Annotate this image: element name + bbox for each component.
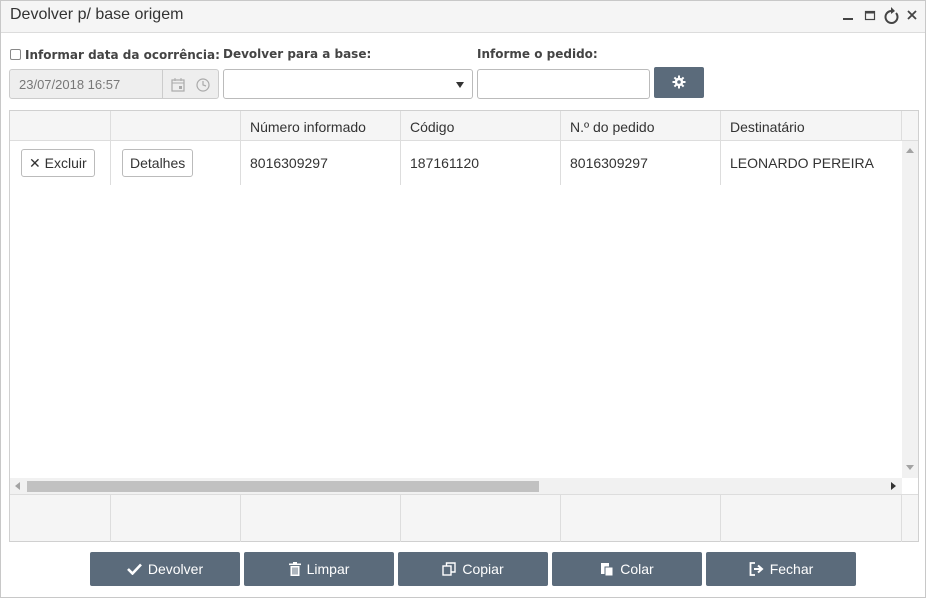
column-header-numero-informado[interactable]: Número informado: [241, 111, 401, 141]
date-separator: [162, 70, 163, 98]
close-button-label: Fechar: [769, 561, 814, 577]
dialog-title: Devolver p/ base origem: [10, 6, 184, 23]
clear-button[interactable]: Limpar: [244, 552, 394, 586]
title-bar: Devolver p/ base origem: [1, 1, 925, 33]
grid-header: Número informado Código N.º do pedido De…: [10, 111, 918, 141]
copy-icon: [442, 562, 457, 576]
order-label: Informe o pedido:: [477, 47, 598, 61]
return-button[interactable]: Devolver: [90, 552, 240, 586]
delete-button[interactable]: ✕ Excluir: [21, 149, 95, 177]
return-to-origin-dialog: Devolver p/ base origem Informar data da…: [0, 0, 926, 598]
footer-cell: [561, 495, 721, 542]
minimize-icon[interactable]: [841, 6, 859, 26]
column-header-details: [111, 111, 241, 141]
grid-footer: [10, 494, 918, 542]
orders-grid: Número informado Código N.º do pedido De…: [9, 110, 919, 542]
order-input[interactable]: [477, 69, 650, 99]
column-header-codigo[interactable]: Código: [401, 111, 561, 141]
delete-button-label: Excluir: [44, 155, 87, 171]
paste-icon: [601, 563, 614, 576]
copy-button[interactable]: Copiar: [398, 552, 548, 586]
footer-cell: [401, 495, 561, 542]
horizontal-scroll-thumb[interactable]: [27, 481, 539, 492]
trash-icon: [288, 562, 301, 576]
scroll-down-icon[interactable]: [906, 465, 914, 470]
column-header-delete: [10, 111, 111, 141]
calendar-icon[interactable]: [170, 77, 186, 93]
footer-cell: [10, 495, 111, 542]
horizontal-scrollbar[interactable]: [10, 478, 902, 494]
gear-icon: [672, 75, 686, 89]
base-select[interactable]: [223, 69, 473, 99]
footer-cell: [241, 495, 401, 542]
paste-button[interactable]: Colar: [552, 552, 702, 586]
date-value: 23/07/2018 16:57: [19, 77, 121, 92]
footer-cell: [721, 495, 902, 542]
vertical-scrollbar[interactable]: [902, 141, 918, 478]
scroll-up-icon[interactable]: [906, 148, 914, 153]
paste-button-label: Colar: [620, 561, 654, 577]
cell-numero-informado: 8016309297: [241, 141, 401, 185]
column-header-destinatario[interactable]: Destinatário: [721, 111, 902, 141]
date-field[interactable]: 23/07/2018 16:57: [9, 69, 219, 99]
delete-cell: ✕ Excluir: [10, 141, 111, 185]
dropdown-caret-icon: [456, 82, 464, 88]
check-icon: [126, 563, 142, 575]
scroll-right-icon[interactable]: [891, 482, 896, 490]
details-button[interactable]: Detalhes: [122, 149, 194, 177]
close-icon: ✕: [29, 155, 41, 171]
cell-codigo: 187161120: [401, 141, 561, 185]
clear-button-label: Limpar: [306, 561, 350, 577]
clock-icon[interactable]: [195, 77, 211, 93]
table-row: ✕ Excluir Detalhes 8016309297 187161120 …: [10, 141, 902, 185]
settings-button[interactable]: [654, 67, 704, 98]
cell-numero-pedido: 8016309297: [561, 141, 721, 185]
scroll-left-icon[interactable]: [15, 482, 20, 490]
copy-button-label: Copiar: [462, 561, 504, 577]
maximize-icon[interactable]: [863, 6, 881, 26]
footer-cell: [111, 495, 241, 542]
return-button-label: Devolver: [147, 561, 204, 577]
sign-out-icon: [749, 562, 764, 576]
details-cell: Detalhes: [111, 141, 241, 185]
close-icon[interactable]: [905, 6, 923, 26]
date-checkbox-label: Informar data da ocorrência:: [25, 48, 220, 62]
close-button[interactable]: Fechar: [706, 552, 856, 586]
date-checkbox[interactable]: [10, 49, 21, 60]
base-label: Devolver para a base:: [223, 47, 372, 61]
cell-destinatario: LEONARDO PEREIRA: [730, 155, 874, 171]
refresh-icon[interactable]: [883, 6, 901, 26]
column-header-numero-pedido[interactable]: N.º do pedido: [561, 111, 721, 141]
